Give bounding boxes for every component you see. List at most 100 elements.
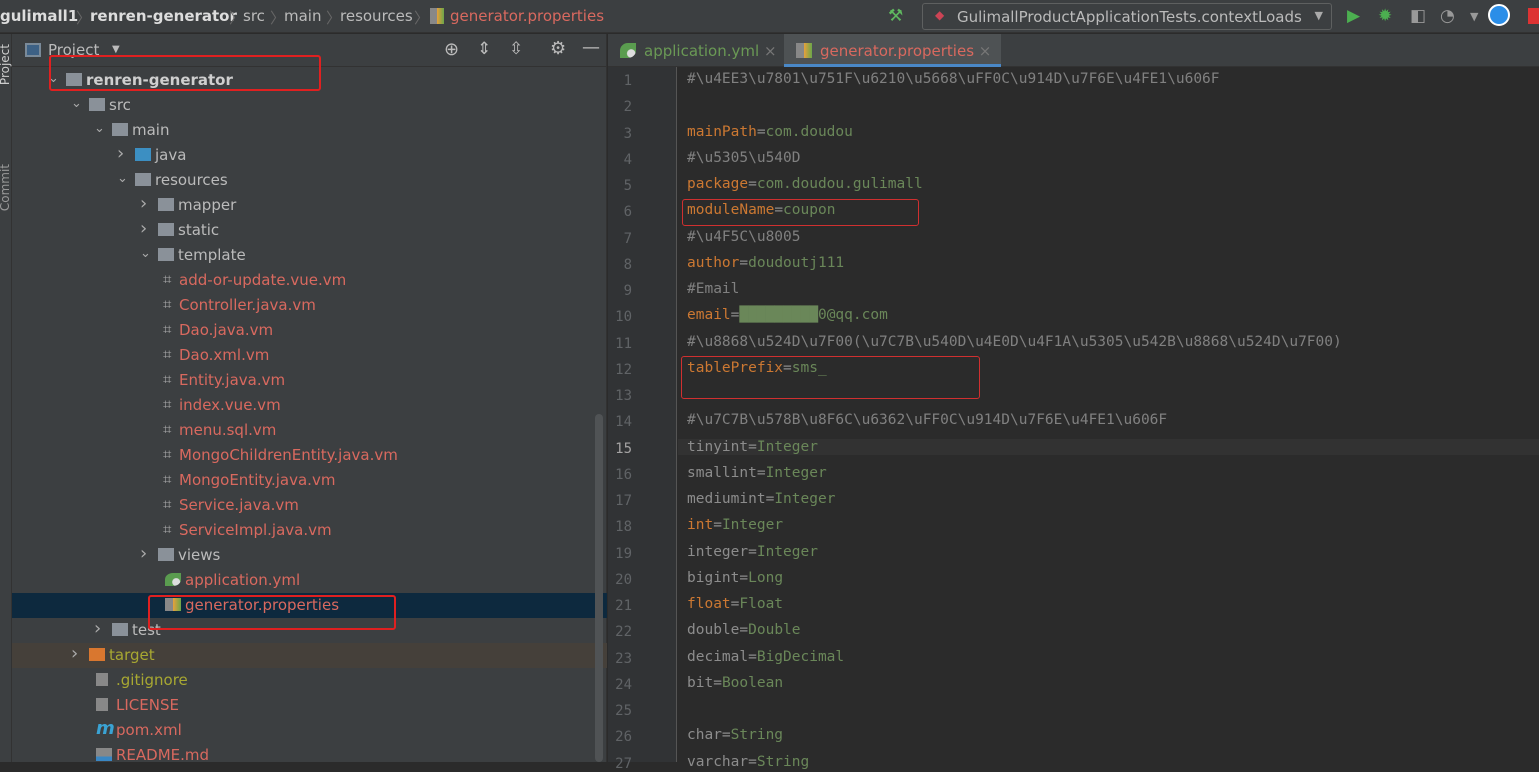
tree-item[interactable]: ⌄ resources — [12, 168, 607, 193]
tree-item[interactable]: › mapper — [12, 193, 607, 218]
close-icon[interactable]: × — [974, 42, 992, 60]
tree-item[interactable]: ⌗ Service.java.vm — [12, 493, 607, 518]
breadcrumb-item[interactable]: resources — [340, 7, 413, 25]
tab-generator-properties[interactable]: generator.properties × — [784, 34, 1002, 67]
code-line[interactable]: decimal=BigDecimal — [687, 649, 844, 665]
code-token: bigint — [687, 569, 740, 586]
velocity-template-icon: ⌗ — [163, 420, 172, 438]
collapse-all-icon[interactable]: ⇳ — [509, 39, 523, 59]
chevron-down-icon[interactable]: ⌄ — [140, 246, 151, 261]
code-line[interactable]: #\u8868\u524D\u7F00(\u7C7B\u540D\u4E0D\u… — [687, 334, 1342, 350]
code-line[interactable]: int=Integer — [687, 517, 783, 533]
chevron-right-icon[interactable]: › — [140, 218, 147, 239]
stop-icon[interactable] — [1528, 8, 1539, 24]
code-line[interactable]: mainPath=com.doudou — [687, 124, 853, 140]
tree-item[interactable]: ⌄ template — [12, 243, 607, 268]
code-line[interactable]: smallint=Integer — [687, 465, 827, 481]
tab-application-yml[interactable]: application.yml × — [608, 34, 787, 67]
code-line[interactable]: integer=Integer — [687, 544, 818, 560]
tree-item[interactable]: ⌄ src — [12, 93, 607, 118]
breadcrumb-item[interactable]: src — [243, 7, 265, 25]
tree-item[interactable]: ⌗ Entity.java.vm — [12, 368, 607, 393]
chevron-down-icon[interactable]: ⌄ — [117, 171, 128, 186]
code-line[interactable]: bit=Boolean — [687, 675, 783, 691]
coverage-icon[interactable]: ◧ — [1410, 6, 1426, 26]
tree-item[interactable]: ⌗ Dao.xml.vm — [12, 343, 607, 368]
code-line[interactable]: #\u4EE3\u7801\u751F\u6210\u5668\uFF0C\u9… — [687, 71, 1220, 87]
code-line[interactable]: author=doudoutj111 — [687, 255, 844, 271]
code-line[interactable]: bigint=Long — [687, 570, 783, 586]
tree-item[interactable]: ⌗ MongoChildrenEntity.java.vm — [12, 443, 607, 468]
run-configuration-select[interactable]: ◆ GulimallProductApplicationTests.contex… — [922, 3, 1332, 30]
profile-icon[interactable]: ◔ — [1440, 6, 1455, 26]
tree-item[interactable]: › java — [12, 143, 607, 168]
tree-item[interactable]: › target — [12, 643, 607, 668]
tree-item[interactable]: ⌄ main — [12, 118, 607, 143]
code-line[interactable]: double=Double — [687, 622, 801, 638]
code-line[interactable]: package=com.doudou.gulimall — [687, 176, 923, 192]
tree-item[interactable]: ⌗ index.vue.vm — [12, 393, 607, 418]
code-token: = — [748, 176, 757, 192]
debug-icon[interactable]: ✹ — [1378, 6, 1392, 26]
tree-item[interactable]: ⌗ menu.sql.vm — [12, 418, 607, 443]
speed-dial-icon[interactable] — [1488, 4, 1510, 26]
tree-item[interactable]: › views — [12, 543, 607, 568]
build-hammer-icon[interactable]: ⚒ — [888, 6, 903, 26]
tree-item[interactable]: m pom.xml — [12, 718, 607, 743]
tree-item[interactable]: LICENSE — [12, 693, 607, 718]
expand-all-icon[interactable]: ⇕ — [477, 39, 491, 59]
tree-item[interactable]: ⌗ MongoEntity.java.vm — [12, 468, 607, 493]
code-line[interactable]: #\u7C7B\u578B\u8F6C\u6362\uFF0C\u914D\u7… — [687, 412, 1167, 428]
code-line[interactable]: char=String — [687, 727, 783, 743]
code-line[interactable]: tinyint=Integer — [678, 438, 1539, 455]
tree-item[interactable]: ⌗ ServiceImpl.java.vm — [12, 518, 607, 543]
commit-tool-button[interactable]: Commit — [0, 164, 12, 211]
tree-item[interactable]: application.yml — [12, 568, 607, 593]
chevron-down-icon: ▼ — [1314, 9, 1323, 22]
breadcrumb-item[interactable]: generator.properties — [450, 7, 604, 25]
code-token: email — [687, 307, 731, 324]
close-icon[interactable]: × — [759, 42, 777, 60]
velocity-template-icon: ⌗ — [163, 270, 172, 288]
hide-panel-icon[interactable]: — — [582, 37, 600, 58]
chevron-right-icon[interactable]: › — [71, 643, 78, 664]
tree-scrollbar[interactable] — [595, 414, 603, 762]
line-number: 6 — [623, 204, 632, 221]
code-token: Integer — [756, 438, 818, 455]
code-line[interactable]: #\u4F5C\u8005 — [687, 229, 801, 245]
line-number: 7 — [623, 230, 632, 247]
tree-item[interactable]: ⌗ add-or-update.vue.vm — [12, 268, 607, 293]
gear-icon[interactable]: ⚙ — [550, 38, 566, 59]
chevron-right-icon[interactable]: › — [140, 193, 147, 214]
chevron-right-icon[interactable]: › — [117, 143, 124, 164]
code-token: Long — [748, 569, 784, 586]
tree-item[interactable]: .gitignore — [12, 668, 607, 693]
run-icon[interactable]: ▶ — [1347, 6, 1360, 26]
breadcrumb-item[interactable]: renren-generator — [90, 7, 237, 25]
code-line[interactable]: float=Float — [687, 596, 783, 612]
tree-item[interactable]: README.md — [12, 743, 607, 768]
tree-item[interactable]: › static — [12, 218, 607, 243]
more-run-chevron-icon[interactable]: ▼ — [1470, 10, 1478, 23]
breadcrumb-item[interactable]: gulimall1 — [0, 7, 78, 25]
code-line[interactable]: mediumint=Integer — [687, 491, 835, 507]
chevron-right-icon[interactable]: › — [140, 543, 147, 564]
tree-item[interactable]: ⌗ Dao.java.vm — [12, 318, 607, 343]
code-line[interactable]: #Email — [687, 281, 739, 297]
locate-file-icon[interactable]: ⊕ — [444, 39, 459, 60]
properties-file-icon — [796, 43, 812, 58]
chevron-down-icon[interactable]: ⌄ — [71, 96, 82, 111]
chevron-down-icon[interactable]: ▼ — [112, 44, 120, 55]
velocity-template-icon: ⌗ — [163, 345, 172, 363]
chevron-down-icon[interactable]: ⌄ — [94, 121, 105, 136]
project-tool-button[interactable]: Project — [0, 44, 12, 85]
line-number: 27 — [615, 755, 632, 772]
code-line[interactable]: #\u5305\u540D — [687, 150, 801, 166]
code-token: com.doudou — [765, 123, 853, 140]
chevron-right-icon[interactable]: › — [94, 618, 101, 639]
code-token: #\u5305\u540D — [687, 149, 801, 166]
tree-item[interactable]: ⌗ Controller.java.vm — [12, 293, 607, 318]
code-line[interactable]: email=█████████0@qq.com — [687, 307, 888, 323]
tree-item-label: Entity.java.vm — [179, 371, 286, 389]
breadcrumb-item[interactable]: main — [284, 7, 321, 25]
